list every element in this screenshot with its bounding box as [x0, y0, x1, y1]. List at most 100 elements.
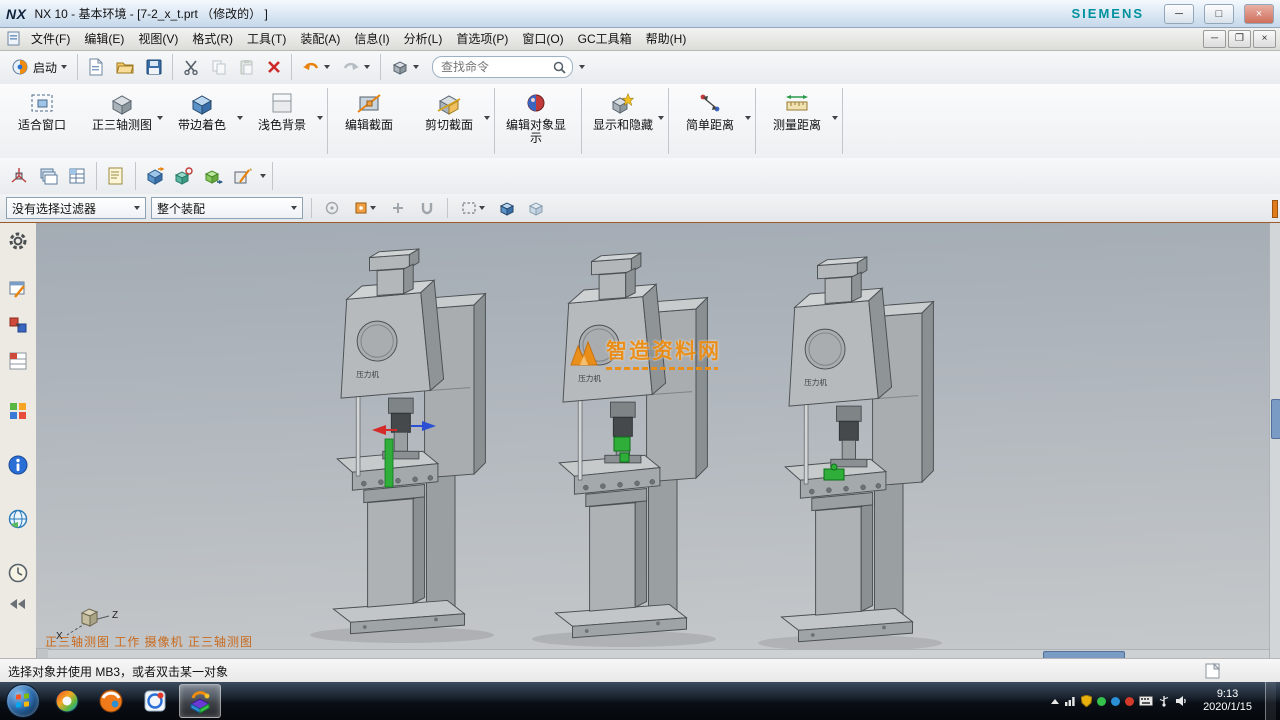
menu-information[interactable]: 信息(I): [347, 27, 396, 50]
press-model-1[interactable]: [333, 249, 485, 634]
chevron-down-icon[interactable]: [658, 116, 664, 120]
fit-window-button[interactable]: 适合窗口: [4, 84, 84, 158]
taskbar-browser-button[interactable]: [47, 685, 87, 717]
menu-preferences[interactable]: 首选项(P): [449, 27, 515, 50]
settings-gear-icon[interactable]: [6, 229, 30, 253]
constraint-navigator-icon[interactable]: [6, 313, 30, 337]
menu-format[interactable]: 格式(R): [185, 27, 240, 50]
vertical-scroll-thumb[interactable]: [1271, 399, 1280, 439]
menu-analysis[interactable]: 分析(L): [397, 27, 450, 50]
menu-window[interactable]: 窗口(O): [515, 27, 570, 50]
chevron-down-icon[interactable]: [832, 116, 838, 120]
pattern-component-button[interactable]: [200, 163, 226, 189]
snap-point-button[interactable]: [320, 197, 344, 219]
edit-object-display-button[interactable]: 编辑对象显示: [498, 84, 578, 158]
chevron-down-icon[interactable]: [317, 116, 323, 120]
paste-button[interactable]: [234, 54, 260, 80]
menu-tools[interactable]: 工具(T): [240, 27, 293, 50]
layers-button[interactable]: [35, 163, 61, 189]
search-input[interactable]: [439, 59, 553, 75]
note-button[interactable]: [103, 163, 129, 189]
maximize-button[interactable]: □: [1204, 4, 1234, 24]
graphics-window[interactable]: 压力机: [36, 223, 1270, 659]
delete-button[interactable]: [262, 54, 286, 80]
measure-distance-button[interactable]: 测量距离: [759, 84, 839, 158]
hidden-icons-icon[interactable]: [1051, 699, 1059, 704]
taskbar-clock[interactable]: 9:13 2020/1/15: [1203, 688, 1252, 714]
menu-view[interactable]: 视图(V): [131, 27, 185, 50]
usb-icon[interactable]: [1158, 695, 1170, 707]
clip-section-button[interactable]: 剪切截面: [411, 84, 491, 158]
light-background-button[interactable]: 浅色背景: [244, 84, 324, 158]
minimize-button[interactable]: ─: [1164, 4, 1194, 24]
red-status-icon[interactable]: [1125, 697, 1134, 706]
chevron-down-icon[interactable]: [745, 116, 751, 120]
show-hide-button[interactable]: 显示和隐藏: [585, 84, 665, 158]
magnet-snap-button[interactable]: [415, 197, 439, 219]
menu-file[interactable]: 文件(F): [24, 27, 77, 50]
collapse-icon[interactable]: [6, 597, 30, 611]
toolbar-handle[interactable]: [1272, 200, 1278, 218]
menu-assemblies[interactable]: 装配(A): [293, 27, 347, 50]
green-status-icon[interactable]: [1097, 697, 1106, 706]
taskbar-messenger-button[interactable]: [135, 685, 175, 717]
mdi-close-button[interactable]: ×: [1253, 30, 1276, 48]
taskbar-nx-button[interactable]: [179, 684, 221, 718]
chevron-down-icon[interactable]: [260, 174, 266, 178]
simple-distance-button[interactable]: 简单距离: [672, 84, 752, 158]
blue-status-icon[interactable]: [1111, 697, 1120, 706]
open-button[interactable]: [111, 54, 139, 80]
chevron-down-icon[interactable]: [484, 116, 490, 120]
keyboard-icon[interactable]: [1139, 696, 1153, 706]
menu-gc-toolbox[interactable]: GC工具箱: [571, 27, 639, 50]
point-method-button[interactable]: [349, 197, 381, 219]
add-snap-button[interactable]: [386, 197, 410, 219]
status-page-icon[interactable]: [1205, 663, 1220, 679]
chevron-down-icon[interactable]: [157, 116, 163, 120]
edit-component-button[interactable]: [229, 163, 255, 189]
redo-button[interactable]: [337, 54, 375, 80]
assembly-navigator-icon[interactable]: [6, 277, 30, 301]
isometric-view-button[interactable]: 正三轴测图: [84, 84, 164, 158]
network-icon[interactable]: [1064, 695, 1076, 707]
history-icon[interactable]: [6, 561, 30, 585]
menu-help[interactable]: 帮助(H): [639, 27, 694, 50]
toolbar-options-icon[interactable]: [579, 65, 585, 69]
copy-button[interactable]: [206, 54, 232, 80]
close-button[interactable]: ×: [1244, 4, 1274, 24]
rectangle-select-button[interactable]: [456, 197, 490, 219]
chevron-down-icon[interactable]: [237, 116, 243, 120]
press-model-2[interactable]: [555, 253, 707, 638]
taskbar-browser2-button[interactable]: [91, 685, 131, 717]
cut-button[interactable]: [178, 54, 204, 80]
reuse-library-icon[interactable]: [6, 399, 30, 423]
start-button[interactable]: [6, 684, 40, 718]
volume-icon[interactable]: [1175, 695, 1188, 707]
web-browser-icon[interactable]: [6, 507, 30, 531]
save-button[interactable]: [141, 54, 167, 80]
shield-icon[interactable]: [1081, 695, 1092, 707]
selection-scope-combo[interactable]: 整个装配: [151, 197, 303, 219]
command-finder[interactable]: [432, 56, 573, 78]
new-file-button[interactable]: [83, 54, 109, 80]
datum-csys-button[interactable]: [6, 163, 32, 189]
hd3d-tool-icon[interactable]: [6, 453, 30, 477]
mdi-restore-button[interactable]: ❐: [1228, 30, 1251, 48]
press-model-3[interactable]: [781, 257, 933, 642]
part-navigator-icon[interactable]: [6, 349, 30, 373]
selection-filter-combo[interactable]: 没有选择过滤器: [6, 197, 146, 219]
layer-category-button[interactable]: [64, 163, 90, 189]
shaded-edges-button[interactable]: 带边着色: [164, 84, 244, 158]
wireframe-select-button[interactable]: [524, 197, 548, 219]
undo-button[interactable]: [297, 54, 335, 80]
edit-section-button[interactable]: 编辑截面: [331, 84, 411, 158]
menu-edit[interactable]: 编辑(E): [77, 27, 131, 50]
view-tool-button[interactable]: [386, 54, 424, 80]
start-menu-button[interactable]: 启动: [6, 54, 72, 80]
assembly-constraint-button[interactable]: [171, 163, 197, 189]
show-desktop-button[interactable]: [1265, 682, 1276, 720]
vertical-scrollbar[interactable]: [1269, 223, 1280, 659]
viewport-canvas[interactable]: 压力机: [36, 223, 1270, 649]
shaded-select-button[interactable]: [495, 197, 519, 219]
move-component-button[interactable]: [142, 163, 168, 189]
